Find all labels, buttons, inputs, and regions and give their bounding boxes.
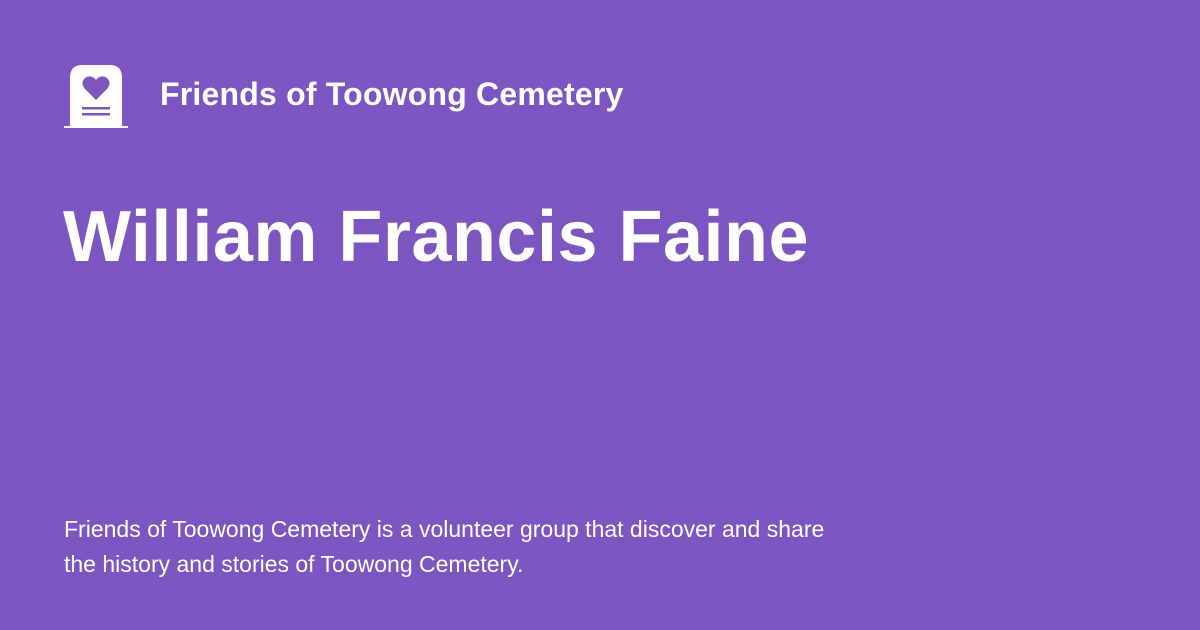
- page-title: William Francis Faine: [63, 197, 810, 277]
- site-description: Friends of Toowong Cemetery is a volunte…: [64, 516, 825, 577]
- site-name: Friends of Toowong Cemetery: [160, 76, 624, 112]
- tombstone-heart-icon: [62, 62, 130, 130]
